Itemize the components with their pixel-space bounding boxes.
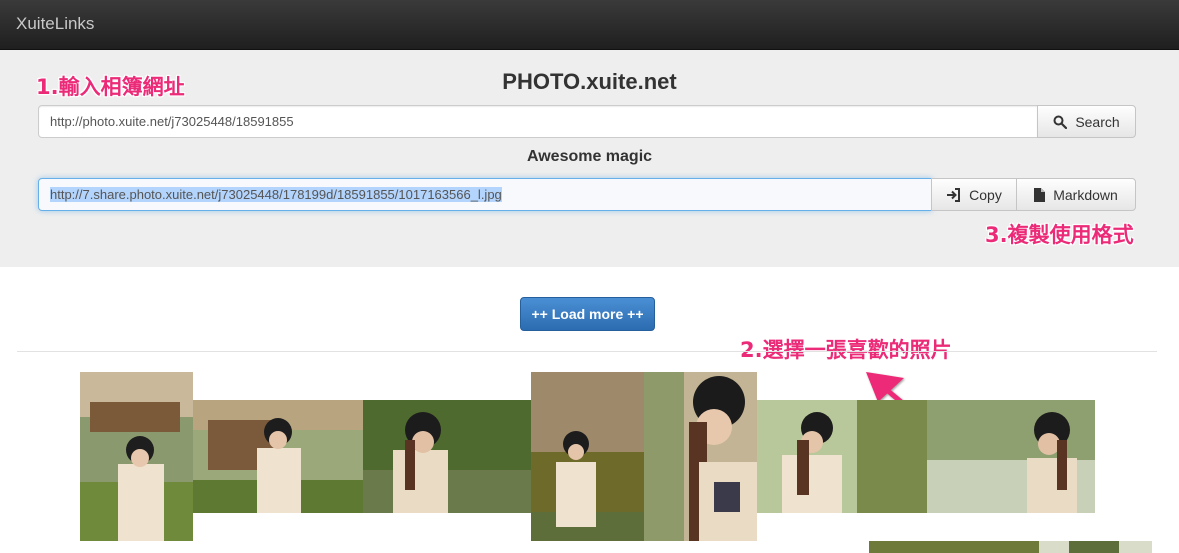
gallery-photo[interactable]	[1039, 541, 1152, 553]
album-url-input[interactable]: http://photo.xuite.net/j73025448/1859185…	[38, 105, 1038, 138]
brand-link[interactable]: XuiteLinks	[16, 14, 94, 34]
annotation-step3: 3.複製使用格式	[985, 223, 1134, 247]
file-icon	[1034, 187, 1046, 202]
gallery-photo[interactable]	[869, 541, 1039, 553]
gallery-photo[interactable]	[531, 372, 644, 541]
result-heading: Awesome magic	[526, 148, 653, 165]
copy-button-label: Copy	[969, 186, 1002, 203]
load-more-button[interactable]: ++ Load more ++	[520, 297, 655, 331]
gallery-photo[interactable]	[927, 400, 1095, 513]
sign-in-icon	[946, 187, 961, 202]
section-divider	[17, 351, 1157, 352]
search-icon	[1053, 115, 1068, 129]
search-button-label: Search	[1075, 113, 1120, 130]
result-url-text: http://7.share.photo.xuite.net/j73025448…	[50, 187, 502, 202]
markdown-button-label: Markdown	[1053, 186, 1118, 203]
search-button[interactable]: Search	[1037, 105, 1136, 138]
result-url-field[interactable]: http://7.share.photo.xuite.net/j73025448…	[38, 178, 932, 211]
annotation-step1: 1.輸入相簿網址	[36, 75, 185, 99]
gallery-photo[interactable]	[757, 400, 927, 513]
gallery-photo[interactable]	[193, 400, 363, 513]
gallery-photo[interactable]	[80, 372, 193, 541]
markdown-button[interactable]: Markdown	[1016, 178, 1136, 211]
copy-button[interactable]: Copy	[931, 178, 1017, 211]
gallery-photo[interactable]	[644, 372, 757, 541]
annotation-step2: 2.選擇一張喜歡的照片	[740, 338, 952, 362]
gallery-photo[interactable]	[363, 400, 532, 513]
top-navbar: XuiteLinks	[0, 0, 1179, 50]
